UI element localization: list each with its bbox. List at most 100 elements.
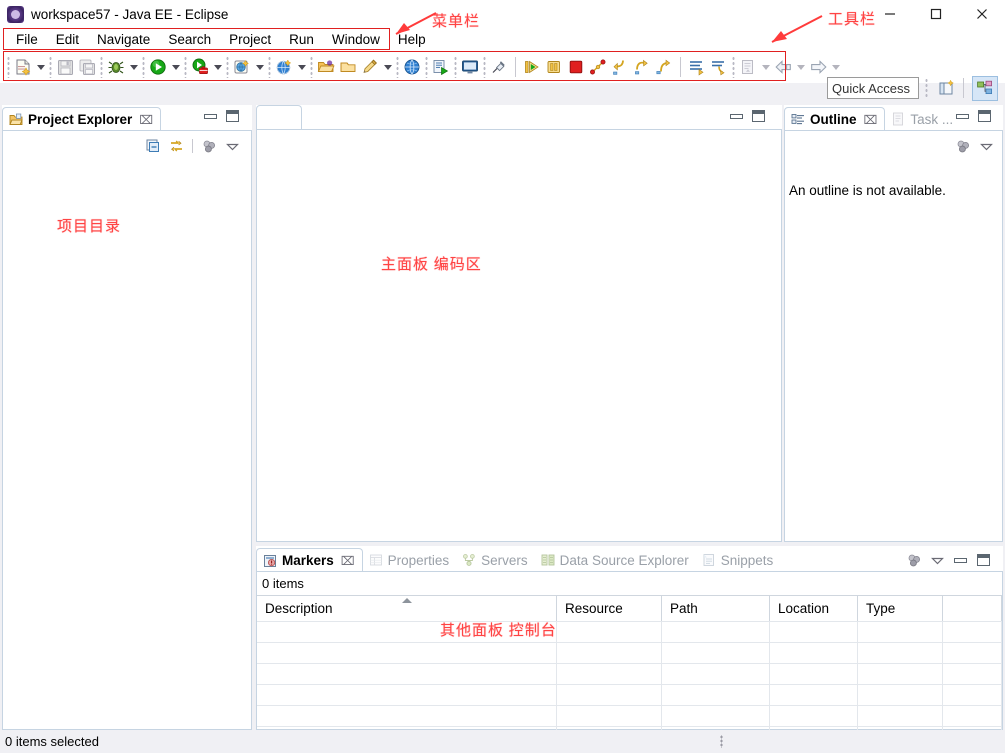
table-cell (858, 643, 943, 664)
column-header-location[interactable]: Location (770, 596, 858, 621)
debug-dropdown-icon[interactable] (127, 56, 140, 78)
column-header-type[interactable]: Type (858, 596, 943, 621)
menu-item-search[interactable]: Search (159, 30, 220, 49)
menu-item-help[interactable]: Help (389, 30, 435, 49)
table-row[interactable] (257, 621, 1002, 643)
status-resize-grip[interactable] (720, 735, 723, 748)
step-return-icon[interactable] (653, 56, 675, 78)
menu-item-file[interactable]: File (7, 30, 47, 49)
column-header-resource[interactable]: Resource (557, 596, 662, 621)
open-type-icon[interactable] (315, 56, 337, 78)
close-icon[interactable]: ⌧ (864, 113, 878, 127)
menu-item-window[interactable]: Window (323, 30, 389, 49)
tab-label: Project Explorer (28, 112, 133, 127)
minimize-button[interactable] (867, 0, 913, 28)
tab-markers[interactable]: Markers ⌧ (256, 548, 363, 572)
previous-annotation-icon[interactable] (708, 56, 730, 78)
new-wizard-icon[interactable] (12, 56, 34, 78)
menu-item-project[interactable]: Project (220, 30, 280, 49)
close-icon[interactable]: ⌧ (139, 113, 153, 127)
maximize-button[interactable] (913, 0, 959, 28)
outline-minmax (956, 110, 991, 122)
disconnect-icon[interactable] (587, 56, 609, 78)
run-as-icon[interactable] (430, 56, 452, 78)
view-dropdown-icon[interactable] (976, 137, 996, 155)
collapse-all-icon[interactable] (143, 137, 163, 155)
new-java-class-dropdown-icon[interactable] (381, 56, 394, 78)
web-browser-icon[interactable] (401, 56, 423, 78)
menu-item-run[interactable]: Run (280, 30, 323, 49)
table-cell (557, 643, 662, 664)
eclipse-icon (7, 5, 24, 23)
resume-icon[interactable] (521, 56, 543, 78)
table-cell (858, 622, 943, 643)
tab-outline[interactable]: Outline ⌧ (784, 107, 886, 131)
view-dropdown-icon[interactable] (222, 137, 242, 155)
run-external-tools-dropdown-icon[interactable] (211, 56, 224, 78)
open-task-icon[interactable] (337, 56, 359, 78)
menu-item-edit[interactable]: Edit (47, 30, 88, 49)
maximize-icon[interactable] (226, 110, 239, 122)
minimize-icon[interactable] (204, 113, 217, 119)
run-dropdown-icon[interactable] (169, 56, 182, 78)
open-perspective-icon[interactable] (935, 77, 959, 100)
view-dropdown-icon[interactable] (927, 551, 947, 569)
back-dropdown-icon[interactable] (794, 56, 807, 78)
tab-properties[interactable]: Properties (363, 548, 457, 572)
table-row[interactable] (257, 705, 1002, 727)
next-annotation-icon[interactable] (686, 56, 708, 78)
column-header-blank[interactable] (943, 596, 1002, 621)
java-ee-perspective-icon[interactable] (972, 75, 998, 101)
table-row[interactable] (257, 642, 1002, 664)
tab-servers[interactable]: Servers (456, 548, 535, 572)
suspend-icon[interactable] (543, 56, 565, 78)
table-row[interactable] (257, 684, 1002, 706)
data-source-explorer-icon (541, 553, 555, 567)
new-java-class-icon[interactable] (359, 56, 381, 78)
pin-editor-icon[interactable] (488, 56, 510, 78)
quick-access-input[interactable]: Quick Access (827, 77, 919, 99)
view-menu-icon[interactable] (904, 551, 924, 569)
tab-project-explorer[interactable]: Project Explorer ⌧ (2, 107, 162, 131)
step-into-icon[interactable] (609, 56, 631, 78)
table-row[interactable] (257, 663, 1002, 685)
close-icon[interactable]: ⌧ (341, 554, 355, 568)
new-server-icon[interactable] (231, 56, 253, 78)
project-explorer-panel: Project Explorer ⌧ (2, 105, 252, 730)
table-cell (770, 706, 858, 727)
terminate-icon[interactable] (565, 56, 587, 78)
maximize-icon[interactable] (978, 110, 991, 122)
tab-task[interactable]: Task ... (885, 107, 960, 131)
last-edit-location-dropdown-icon[interactable] (759, 56, 772, 78)
console-icon[interactable] (459, 56, 481, 78)
new-wizard-dropdown-icon[interactable] (34, 56, 47, 78)
view-menu-icon[interactable] (953, 137, 973, 155)
debug-icon[interactable] (105, 56, 127, 78)
back-icon[interactable] (772, 56, 794, 78)
editor-body[interactable] (256, 129, 782, 542)
save-icon[interactable] (54, 56, 76, 78)
run-icon[interactable] (147, 56, 169, 78)
minimize-icon[interactable] (956, 113, 969, 119)
table-cell (257, 622, 557, 643)
run-external-tools-icon[interactable] (189, 56, 211, 78)
new-dynamic-web-project-dropdown-icon[interactable] (295, 56, 308, 78)
last-edit-location-icon[interactable] (737, 56, 759, 78)
forward-icon[interactable] (807, 56, 829, 78)
new-server-dropdown-icon[interactable] (253, 56, 266, 78)
new-dynamic-web-project-icon[interactable] (273, 56, 295, 78)
menu-item-navigate[interactable]: Navigate (88, 30, 159, 49)
tab-data-source-explorer[interactable]: Data Source Explorer (535, 548, 696, 572)
minimize-icon[interactable] (950, 551, 970, 569)
maximize-icon[interactable] (752, 110, 765, 122)
close-button[interactable] (959, 0, 1005, 28)
maximize-icon[interactable] (973, 551, 993, 569)
save-all-icon[interactable] (76, 56, 98, 78)
tab-snippets[interactable]: Snippets (696, 548, 781, 572)
view-menu-icon[interactable] (199, 137, 219, 155)
minimize-icon[interactable] (730, 113, 743, 119)
link-with-editor-icon[interactable] (166, 137, 186, 155)
column-header-description[interactable]: Description (257, 596, 557, 621)
column-header-path[interactable]: Path (662, 596, 770, 621)
step-over-icon[interactable] (631, 56, 653, 78)
